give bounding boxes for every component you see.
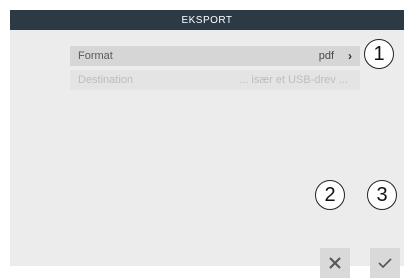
destination-value: ... især et USB-drev ... bbox=[239, 74, 348, 86]
format-label: Format bbox=[78, 50, 113, 62]
export-screen: EKSPORT Format pdf › Destination ... isæ… bbox=[10, 10, 404, 278]
callout-1: 1 bbox=[364, 39, 394, 69]
title-bar: EKSPORT bbox=[10, 10, 404, 30]
chevron-right-icon: › bbox=[348, 49, 352, 63]
confirm-button[interactable] bbox=[370, 248, 400, 278]
destination-label: Destination bbox=[78, 74, 134, 86]
checkmark-icon bbox=[378, 258, 392, 268]
close-icon bbox=[329, 257, 341, 269]
callout-2: 2 bbox=[315, 180, 345, 210]
callout-number: 3 bbox=[376, 183, 388, 206]
page-title: EKSPORT bbox=[181, 14, 233, 26]
callout-number: 2 bbox=[324, 183, 336, 206]
cancel-button[interactable] bbox=[320, 248, 350, 278]
destination-row: Destination ... især et USB-drev ... bbox=[70, 70, 360, 90]
format-value: pdf bbox=[318, 50, 334, 62]
callout-3: 3 bbox=[367, 180, 397, 210]
callout-number: 1 bbox=[373, 42, 385, 65]
format-row[interactable]: Format pdf › bbox=[70, 46, 360, 66]
